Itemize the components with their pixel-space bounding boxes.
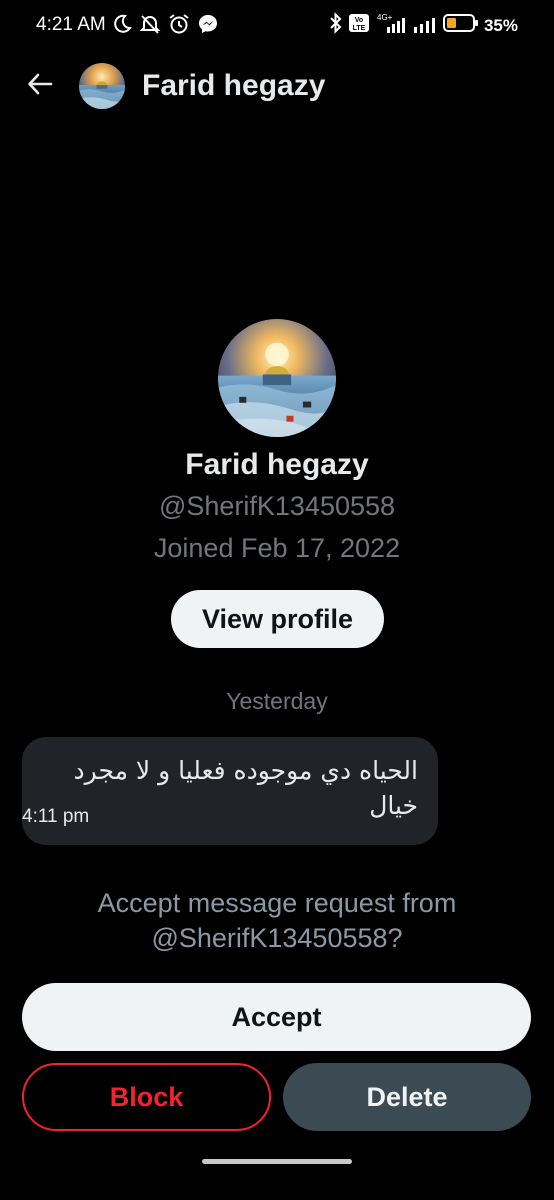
accept-button[interactable]: Accept — [22, 983, 531, 1051]
date-divider: Yesterday — [226, 688, 328, 714]
svg-text:Vo: Vo — [355, 17, 363, 24]
message-text: الحياه دي موجوده فعليا و لا مجرد خيال — [73, 756, 418, 820]
battery-icon — [442, 13, 479, 38]
arrow-left-icon — [26, 70, 54, 103]
messenger-icon — [197, 13, 219, 35]
header-title: Farid hegazy — [142, 69, 326, 102]
battery-percent: 35% — [483, 15, 518, 35]
delete-button[interactable]: Delete — [283, 1063, 531, 1131]
profile-handle: @SherifK13450558 — [158, 491, 396, 521]
moon-icon — [112, 14, 132, 34]
status-right-icons: Vo LTE 4G+ 35% — [329, 12, 518, 39]
svg-text:4G+: 4G+ — [377, 13, 393, 22]
profile-avatar[interactable] — [218, 319, 336, 437]
signal-icon-2 — [412, 12, 438, 39]
bluetooth-icon — [329, 12, 343, 39]
signal-icon: 4G+ — [375, 12, 407, 39]
header-avatar[interactable] — [79, 63, 125, 109]
profile-name: Farid hegazy — [185, 448, 369, 481]
home-indicator[interactable] — [202, 1159, 352, 1164]
status-time: 4:21 AM — [36, 14, 106, 35]
conversation-header: Farid hegazy — [0, 58, 554, 114]
view-profile-button[interactable]: View profile — [171, 590, 384, 648]
svg-text:LTE: LTE — [353, 25, 366, 32]
mute-icon — [139, 13, 161, 35]
message-timestamp: 4:11 pm — [22, 806, 90, 827]
message-request-prompt: Accept message request from @SherifK1345… — [97, 888, 457, 953]
message-bubble[interactable]: الحياه دي موجوده فعليا و لا مجرد خيال — [22, 737, 438, 845]
volte-icon: Vo LTE — [348, 13, 370, 38]
status-left-icons — [112, 13, 219, 35]
profile-joined-date: Joined Feb 17, 2022 — [153, 533, 401, 563]
alarm-icon — [168, 13, 190, 35]
back-button[interactable] — [22, 68, 58, 104]
status-bar: 4:21 AM Vo LTE 4G+ 35% — [0, 0, 554, 52]
block-button[interactable]: Block — [22, 1063, 271, 1131]
